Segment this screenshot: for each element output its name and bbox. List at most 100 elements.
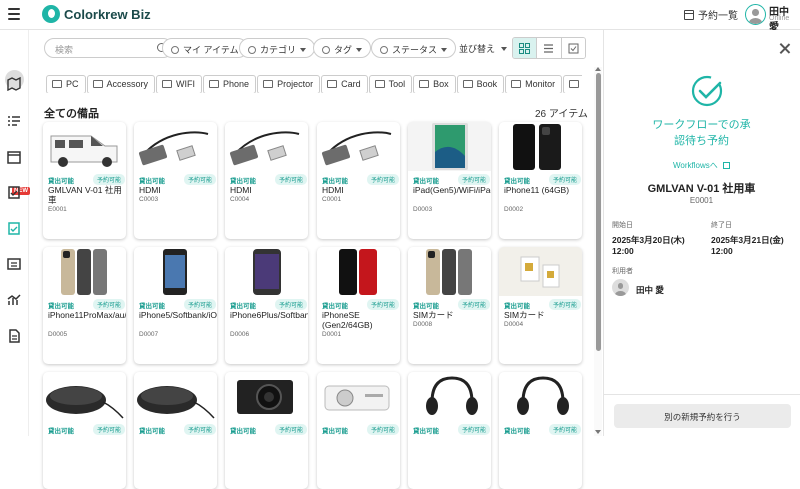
item-card[interactable]: 貸出可能 予約可能 [43,372,126,489]
item-image [225,122,308,171]
sort-dropdown[interactable]: 並び替え [459,42,508,55]
status-label: ステータス [392,45,438,55]
reservations-button[interactable]: 予約一覧 [684,7,738,22]
availability-badge: 貸出可能 [230,303,256,310]
category-chip[interactable]: Box [413,75,456,93]
map-icon[interactable] [7,76,21,92]
item-image [499,372,582,421]
chevron-down-icon [356,48,363,52]
workflows-link[interactable]: Workflowsへ [603,160,800,171]
card-icon[interactable] [7,257,21,271]
item-code: D0004 [504,321,524,328]
category-chip[interactable]: PC [46,75,86,93]
reservable-badge: 予約可能 [549,424,582,435]
item-card[interactable]: 貸出可能 予約可能 SIMカード D0004 [499,247,582,364]
item-code: C0004 [230,196,250,203]
menu-icon[interactable] [8,8,20,20]
item-card[interactable]: 貸出可能 予約可能 HDMI C0001 [317,122,400,239]
item-card[interactable]: 貸出可能 予約可能iPad(Gen5)/WiFi/iPadOS13 D0003 [408,122,491,239]
category-chip[interactable]: Phone [203,75,257,93]
reservable-badge: 予約可能 [367,299,400,310]
item-card[interactable]: 貸出可能 予約可能 HDMI C0004 [225,122,308,239]
category-chip-label: Accessory [106,79,149,89]
analytics-icon[interactable] [7,293,21,307]
item-card[interactable]: 貸出可能 予約可能iPhone11ProMax/au/iOS13 D0005 [43,247,126,364]
category-chip-label: Monitor [525,79,556,89]
scroll-down-arrow[interactable] [595,430,601,434]
item-card[interactable]: 貸出可能 予約可能 [134,372,217,489]
item-name: HDMI [230,185,252,195]
item-name: iPhone11 (64GB) [504,185,570,195]
availability-badge: 貸出可能 [48,428,74,435]
item-card[interactable]: 貸出可能 予約可能 [317,372,400,489]
new-reservation-button[interactable]: 別の新規予約を行う [614,404,791,428]
availability-badge: 貸出可能 [322,428,348,435]
calendar-icon [684,9,694,20]
checklist-view-button[interactable] [561,38,585,58]
user-avatar[interactable] [745,4,766,25]
brand-name: Colorkrew Biz [64,7,151,22]
category-chip[interactable]: Car [563,75,582,93]
category-chip[interactable]: Card [321,75,368,93]
item-card[interactable]: 貸出可能 予約可能 iPhone11 (64GB) D0002 [499,122,582,239]
category-icon [327,80,338,88]
document-icon[interactable] [7,329,21,343]
item-image [43,372,126,421]
category-filter[interactable]: カテゴリ [239,38,316,58]
workflow-title-line1: ワークフローでの承 [652,119,751,131]
list-view-button[interactable] [537,38,562,58]
workflow-title: ワークフローでの承 認待ち予約 [603,117,800,149]
panel-user-name: 田中 愛 [636,285,664,295]
scroll-up-arrow[interactable] [595,67,601,71]
availability-badge: 貸出可能 [139,303,165,310]
item-card[interactable]: 貸出可能 予約可能 GMLVAN V-01 社用車 E0001 [43,122,126,239]
item-card[interactable]: 貸出可能 予約可能 [499,372,582,489]
item-name: iPhone5/Softbank/iOS7 [139,310,217,320]
item-image [499,122,582,171]
availability-badge: 貸出可能 [413,303,439,310]
category-icon [511,80,522,88]
tag-filter[interactable]: タグ [313,38,372,58]
status-filter[interactable]: ステータス [371,38,457,58]
chevron-down-icon [441,48,448,52]
item-card[interactable]: 貸出可能 予約可能 [408,372,491,489]
calendar-nav-icon[interactable] [7,150,21,164]
item-card[interactable]: 貸出可能 予約可能 SIMカード D0008 [408,247,491,364]
category-chip-label: Projector [277,79,314,89]
item-grid: 貸出可能 予約可能 GMLVAN V-01 社用車 E0001 貸出可能 予約可能 HDMI… [43,122,588,489]
item-card[interactable]: 貸出可能 予約可能 [225,372,308,489]
item-code: D0006 [230,331,250,338]
category-chip[interactable]: Tool [368,75,413,93]
category-chip[interactable]: Projector [257,75,321,93]
category-chip[interactable]: WIFI [156,75,203,93]
my-items-filter[interactable]: マイ アイテム [162,38,248,58]
list-check-icon[interactable] [7,114,21,128]
close-icon[interactable] [779,43,790,54]
category-chip-label: Book [476,79,498,89]
item-card[interactable]: 貸出可能 予約可能 HDMI C0003 [134,122,217,239]
item-card[interactable]: 貸出可能 予約可能iPhone5/Softbank/iOS7 D0007 [134,247,217,364]
scrollbar-thumb[interactable] [596,73,601,351]
availability-badge: 貸出可能 [504,428,530,435]
clipboard-active-icon[interactable] [7,221,21,235]
item-card[interactable]: 貸出可能 予約可能 iPhoneSE (Gen2/64GB) D0001 [317,247,400,364]
item-card[interactable]: 貸出可能 予約可能iPhone6Plus/Softbank/iOS11 D0006 [225,247,308,364]
reservable-badge: 予約可能 [93,299,126,310]
category-chip[interactable]: Monitor [505,75,563,93]
grid-view-button[interactable] [513,38,538,58]
availability-badge: 貸出可能 [48,303,74,310]
category-icon [263,80,274,88]
start-date: 2025年3月20日(木) [612,235,685,245]
category-chip[interactable]: Accessory [86,75,156,93]
availability-badge: 貸出可能 [139,428,165,435]
item-code: D0001 [322,331,342,338]
category-icon [92,80,103,88]
reservable-badge: 予約可能 [275,424,308,435]
category-chip-label: WIFI [176,79,196,89]
search-placeholder: 検索 [55,45,74,55]
search-input[interactable]: 検索 [44,38,173,58]
category-chip[interactable]: Book [456,75,505,93]
item-image [408,372,491,421]
availability-badge: 貸出可能 [139,178,165,185]
clipboard-icon[interactable] [7,185,21,199]
